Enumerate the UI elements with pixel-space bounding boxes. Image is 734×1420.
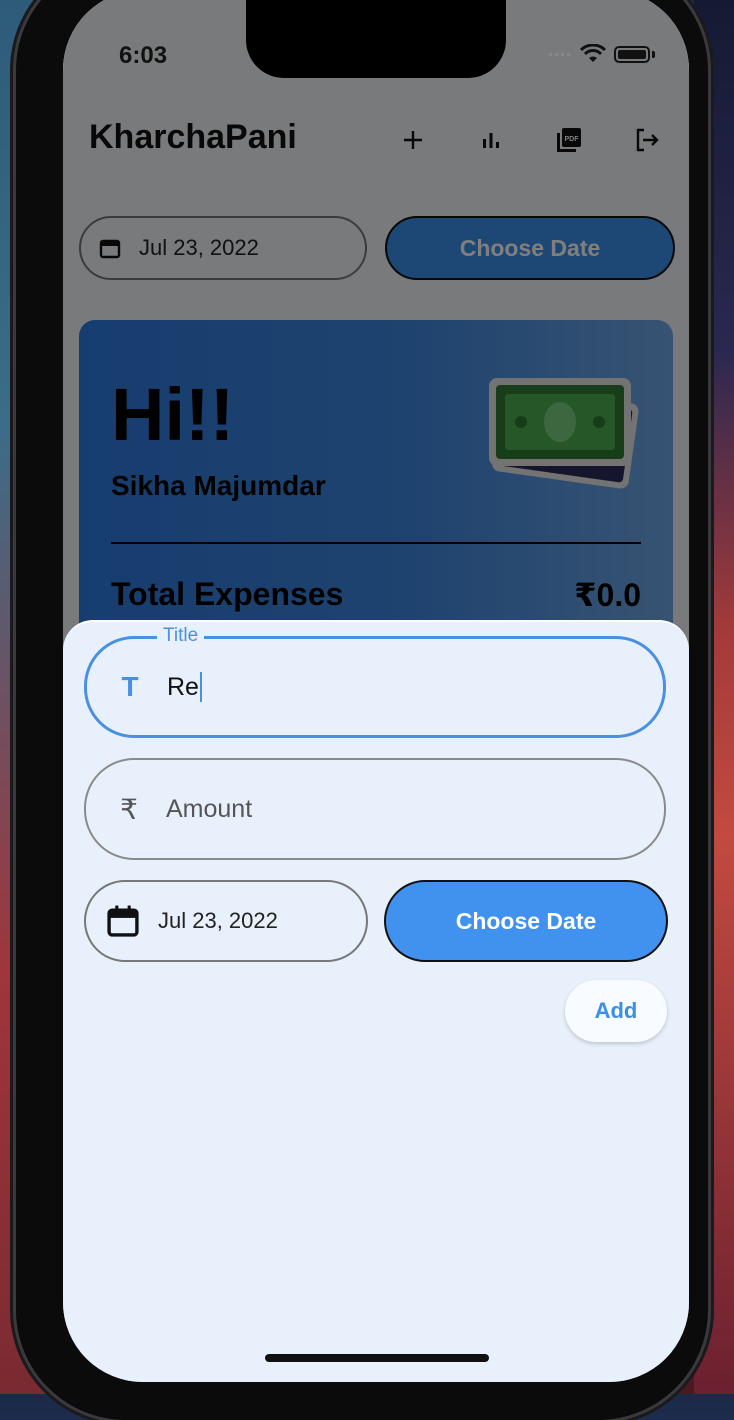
title-field-label: Title bbox=[157, 625, 205, 647]
title-input[interactable]: Title T Re bbox=[84, 625, 666, 738]
status-icons: •••• bbox=[548, 44, 655, 64]
status-time: 6:03 bbox=[119, 42, 168, 69]
notch bbox=[246, 0, 506, 78]
add-expense-sheet: Title T Re ₹ Amount Jul 23, 2022 Choose … bbox=[63, 620, 689, 1382]
rupee-icon: ₹ bbox=[120, 793, 138, 825]
sheet-date-text: Jul 23, 2022 bbox=[158, 908, 278, 933]
sheet-date-display[interactable]: Jul 23, 2022 bbox=[84, 880, 368, 962]
text-t-icon: T bbox=[121, 671, 139, 702]
calendar-icon bbox=[107, 905, 139, 937]
amount-input[interactable]: ₹ Amount bbox=[84, 758, 666, 860]
battery-tip bbox=[652, 50, 655, 58]
wifi-icon bbox=[580, 44, 606, 62]
main-screen: 6:03 •••• KharchaPani bbox=[63, 0, 689, 1382]
home-indicator bbox=[265, 1354, 489, 1362]
signal-icon: •••• bbox=[548, 46, 572, 62]
phone-screen: 6:03 •••• KharchaPani bbox=[63, 0, 689, 1382]
battery-icon bbox=[614, 45, 650, 63]
title-input-value: Re bbox=[167, 672, 202, 702]
phone-frame: 6:03 •••• KharchaPani bbox=[16, 0, 708, 1420]
sheet-choose-date-button[interactable]: Choose Date bbox=[384, 880, 668, 962]
amount-placeholder: Amount bbox=[166, 794, 253, 823]
add-button[interactable]: Add bbox=[565, 980, 667, 1042]
text-caret bbox=[199, 672, 202, 702]
